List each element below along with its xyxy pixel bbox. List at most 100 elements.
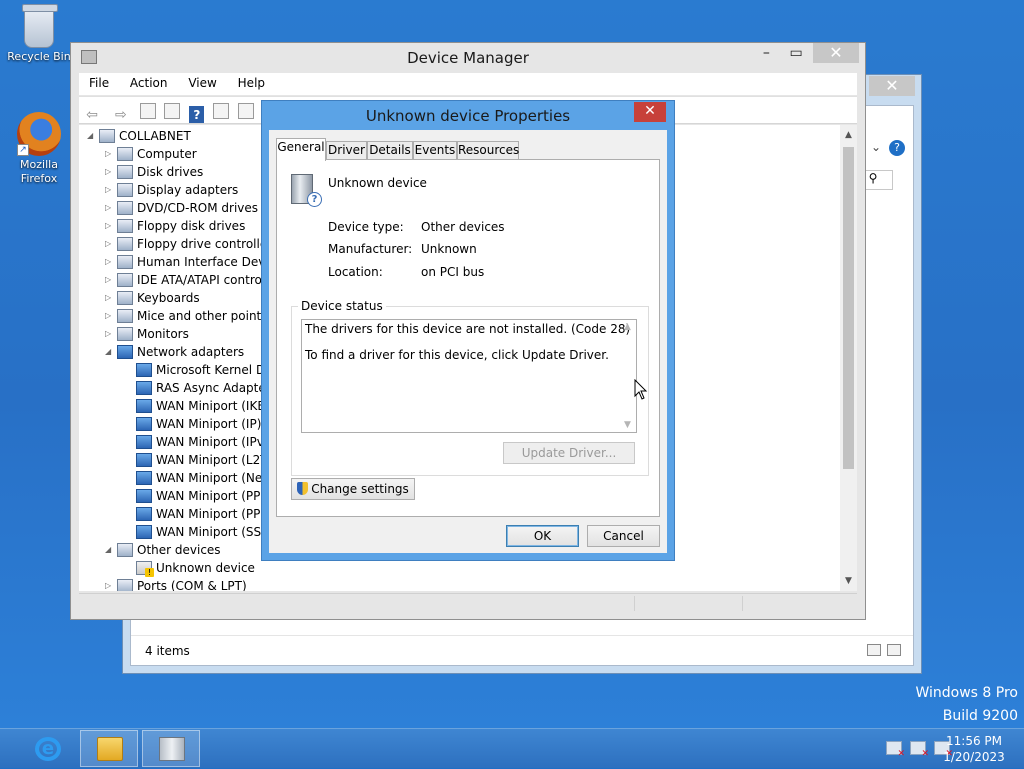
floppy-controller-icon (117, 237, 133, 251)
tree-item[interactable]: Unknown device (124, 559, 255, 577)
tree-item[interactable]: ▷ Mice and other pointin (105, 307, 272, 325)
collapsed-arrow-icon[interactable]: ▷ (105, 577, 117, 591)
collapsed-arrow-icon[interactable]: ▷ (105, 235, 117, 253)
tab-events[interactable]: Events (413, 141, 457, 160)
status-pane (742, 596, 743, 611)
tree-item[interactable]: WAN Miniport (IP) (124, 415, 261, 433)
tab-resources[interactable]: Resources (457, 141, 519, 160)
tree-item[interactable]: WAN Miniport (IKE (124, 397, 265, 415)
scroll-down-icon[interactable]: ▼ (619, 420, 636, 430)
tree-item[interactable]: ▷ Ports (COM & LPT) (105, 577, 247, 591)
expanded-arrow-icon[interactable]: ◢ (105, 541, 117, 559)
collapsed-arrow-icon[interactable]: ▷ (105, 253, 117, 271)
menu-action[interactable]: Action (120, 73, 175, 95)
help-icon[interactable]: ? (889, 140, 905, 156)
tree-item[interactable]: ▷ Floppy drive controller (105, 235, 272, 253)
expanded-arrow-icon[interactable]: ◢ (105, 343, 117, 361)
tree-item[interactable]: ◢ Network adapters (105, 343, 244, 361)
status-message-line2: To find a driver for this device, click … (305, 348, 609, 362)
device-status-group: Device status The drivers for this devic… (291, 299, 649, 476)
uac-shield-icon (297, 482, 309, 495)
menu-view[interactable]: View (178, 73, 223, 95)
tree-item[interactable]: ▷ Computer (105, 145, 197, 163)
collapsed-arrow-icon[interactable]: ▷ (105, 289, 117, 307)
update-driver-button[interactable]: Update Driver... (503, 442, 635, 464)
collapsed-arrow-icon[interactable]: ▷ (105, 271, 117, 289)
change-settings-button[interactable]: Change settings (291, 478, 415, 500)
close-button[interactable]: ✕ (813, 43, 859, 63)
taskbar-internet-explorer[interactable]: e (18, 730, 76, 767)
monitor-icon (117, 327, 133, 341)
tab-details[interactable]: Details (367, 141, 413, 160)
collapsed-arrow-icon[interactable]: ▷ (105, 307, 117, 325)
tree-item[interactable]: WAN Miniport (SST (124, 523, 269, 541)
chevron-down-icon[interactable]: ⌄ (871, 140, 881, 154)
forward-arrow-icon[interactable]: ⇨ (111, 106, 131, 124)
collapsed-arrow-icon[interactable]: ▷ (105, 325, 117, 343)
tree-item[interactable]: ◢ Other devices (105, 541, 221, 559)
tree-item[interactable]: ▷ IDE ATA/ATAPI contro (105, 271, 262, 289)
bg-close-button[interactable]: ✕ (869, 76, 915, 96)
details-view-icon[interactable] (867, 644, 881, 656)
scroll-up-icon[interactable]: ▲ (840, 127, 857, 143)
tree-item[interactable]: ▷ Human Interface Devic (105, 253, 275, 271)
tree-item[interactable]: ▷ Display adapters (105, 181, 238, 199)
tree-item[interactable]: WAN Miniport (IPv (124, 433, 264, 451)
taskbar-file-explorer[interactable] (80, 730, 138, 767)
tree-item[interactable]: WAN Miniport (PP (124, 487, 260, 505)
scroll-up-icon[interactable]: ▲ (619, 322, 636, 332)
large-icons-view-icon[interactable] (887, 644, 901, 656)
maximize-button[interactable]: ▭ (783, 43, 809, 63)
tree-item[interactable]: ▷ Monitors (105, 325, 189, 343)
network-icon[interactable] (910, 741, 929, 759)
tree-item[interactable]: ◢ COLLABNET (87, 127, 191, 145)
device-status-textbox[interactable]: The drivers for this device are not inst… (301, 319, 637, 433)
tab-general[interactable]: General (276, 138, 326, 161)
clock[interactable]: 11:56 PM 1/20/2023 (934, 733, 1014, 765)
action-center-icon[interactable] (886, 741, 905, 759)
menu-help[interactable]: Help (228, 73, 272, 95)
help-icon[interactable]: ? (189, 106, 205, 123)
tree-item[interactable]: ▷ Floppy disk drives (105, 217, 245, 235)
collapsed-arrow-icon[interactable]: ▷ (105, 217, 117, 235)
scroll-down-icon[interactable]: ▼ (840, 573, 857, 589)
tree-item[interactable]: WAN Miniport (PP (124, 505, 260, 523)
tree-item[interactable]: ▷ DVD/CD-ROM drives (105, 199, 258, 217)
minimize-button[interactable]: – (753, 43, 779, 63)
scan-hardware-icon[interactable] (237, 103, 254, 119)
collapsed-arrow-icon[interactable]: ▷ (105, 163, 117, 181)
properties-dialog[interactable]: Unknown device Properties ✕ General Driv… (261, 100, 675, 561)
tree-item[interactable]: RAS Async Adapter (124, 379, 271, 397)
tree-scrollbar[interactable]: ▲ ▼ (840, 125, 857, 591)
show-hide-action-pane-icon[interactable] (213, 103, 230, 119)
dialog-close-button[interactable]: ✕ (634, 102, 666, 122)
collapsed-arrow-icon[interactable]: ▷ (105, 199, 117, 217)
cancel-button[interactable]: Cancel (587, 525, 660, 547)
collapsed-arrow-icon[interactable]: ▷ (105, 145, 117, 163)
show-hide-console-tree-icon[interactable] (139, 103, 156, 119)
scroll-thumb[interactable] (843, 147, 854, 469)
taskbar-device-manager[interactable] (142, 730, 200, 767)
manufacturer-value: Unknown (421, 242, 477, 256)
collapsed-arrow-icon[interactable]: ▷ (105, 181, 117, 199)
tree-item-label: Disk drives (137, 165, 204, 179)
tree-item-label: Floppy drive controller (137, 237, 273, 251)
tree-item[interactable]: ▷ Keyboards (105, 289, 200, 307)
menu-file[interactable]: File (79, 73, 116, 95)
tree-item[interactable]: WAN Miniport (Ne (124, 469, 262, 487)
windows-edition-watermark: Windows 8 Pro (915, 685, 1018, 701)
expanded-arrow-icon[interactable]: ◢ (87, 127, 99, 145)
tree-item[interactable]: WAN Miniport (L2T (124, 451, 268, 469)
tab-driver[interactable]: Driver (326, 141, 367, 160)
ok-button[interactable]: OK (506, 525, 579, 547)
properties-icon[interactable] (164, 103, 181, 119)
tree-item[interactable]: Microsoft Kernel D (124, 361, 265, 379)
status-scrollbar[interactable]: ▲ ▼ (619, 320, 636, 432)
recycle-bin-shortcut[interactable]: Recycle Bin (4, 4, 74, 64)
device-manager-titlebar[interactable]: Device Manager – ▭ ✕ (71, 43, 865, 73)
back-arrow-icon[interactable]: ⇦ (82, 106, 102, 124)
tree-item[interactable]: ▷ Disk drives (105, 163, 203, 181)
build-watermark: Build 9200 (942, 708, 1018, 724)
firefox-shortcut[interactable]: ↗ Mozilla Firefox (4, 112, 74, 186)
shortcut-arrow-icon: ↗ (17, 144, 29, 156)
